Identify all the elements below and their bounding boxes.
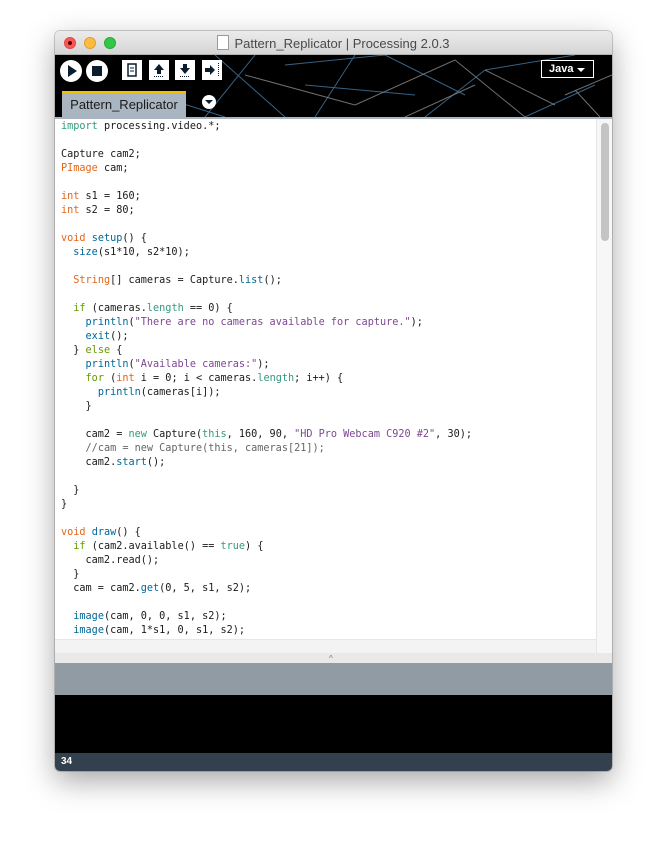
splitter-grip-icon: ^ — [329, 654, 333, 663]
new-button[interactable] — [122, 60, 142, 80]
code-text[interactable]: import processing.video.*; Capture cam2;… — [61, 120, 472, 638]
window-title-text: Pattern_Replicator | Processing 2.0.3 — [234, 36, 450, 51]
code-line[interactable]: image(cam, 1*s1, 0, s1, s2); — [61, 625, 245, 636]
save-download-arrow-icon — [180, 64, 190, 77]
tab-label: Pattern_Replicator — [70, 97, 178, 112]
code-line[interactable]: int s2 = 80; — [61, 205, 135, 216]
code-line[interactable]: println("Available cameras:"); — [61, 359, 270, 370]
code-line[interactable]: } — [61, 401, 92, 412]
code-line[interactable]: void setup() { — [61, 233, 147, 244]
code-line[interactable]: void draw() { — [61, 527, 141, 538]
code-line[interactable]: image(cam, 0, 0, s1, s2); — [61, 611, 226, 622]
code-line[interactable]: exit(); — [61, 331, 129, 342]
console-output[interactable] — [55, 695, 612, 753]
new-sketch-icon — [127, 63, 137, 77]
export-button[interactable] — [202, 60, 222, 80]
code-line[interactable]: } else { — [61, 345, 122, 356]
code-line[interactable]: PImage cam; — [61, 163, 128, 174]
code-line[interactable]: cam = cam2.get(0, 5, s1, s2); — [61, 583, 251, 594]
tab-pattern-replicator[interactable]: Pattern_Replicator — [62, 91, 186, 117]
code-line[interactable]: int s1 = 160; — [61, 191, 141, 202]
open-upload-arrow-icon — [154, 64, 164, 77]
scrollbar-thumb[interactable] — [601, 123, 609, 241]
code-line[interactable]: } — [61, 499, 67, 510]
code-editor[interactable]: import processing.video.*; Capture cam2;… — [55, 117, 612, 654]
run-button[interactable] — [60, 60, 82, 82]
code-line[interactable]: cam2.read(); — [61, 555, 160, 566]
code-line[interactable]: if (cam2.available() == true) { — [61, 541, 263, 552]
stop-button[interactable] — [86, 60, 108, 82]
toolbar: Java Pattern_Replicator — [55, 55, 612, 117]
code-line[interactable]: } — [61, 569, 79, 580]
save-button[interactable] — [175, 60, 195, 80]
chevron-down-icon — [577, 68, 585, 72]
mode-label: Java — [549, 63, 574, 75]
code-line[interactable]: println("There are no cameras available … — [61, 317, 423, 328]
tab-menu-button[interactable] — [202, 95, 216, 109]
code-line[interactable]: println(cameras[i]); — [61, 387, 221, 398]
export-arrow-icon — [205, 63, 219, 77]
message-area — [55, 663, 612, 695]
vertical-scrollbar[interactable] — [596, 119, 612, 653]
window-title: Pattern_Replicator | Processing 2.0.3 — [55, 35, 612, 51]
code-line[interactable]: size(s1*10, s2*10); — [61, 247, 190, 258]
title-bar: Pattern_Replicator | Processing 2.0.3 — [55, 31, 612, 55]
open-button[interactable] — [149, 60, 169, 80]
code-line[interactable]: //cam = new Capture(this, cameras[21]); — [61, 443, 325, 454]
mode-selector[interactable]: Java — [541, 60, 594, 78]
code-line[interactable]: } — [61, 485, 79, 496]
horizontal-scrollbar[interactable] — [55, 639, 596, 654]
editor-console-splitter[interactable]: ^ — [55, 653, 612, 663]
code-line[interactable]: String[] cameras = Capture.list(); — [61, 275, 282, 286]
code-line[interactable]: cam2 = new Capture(this, 160, 90, "HD Pr… — [61, 429, 472, 440]
code-line[interactable]: if (cameras.length == 0) { — [61, 303, 233, 314]
document-icon — [217, 35, 230, 50]
status-bar: 34 — [55, 753, 612, 771]
processing-window: Pattern_Replicator | Processing 2.0.3 Ja… — [55, 31, 612, 771]
code-line[interactable]: Capture cam2; — [61, 149, 141, 160]
line-number: 34 — [61, 756, 73, 767]
code-line[interactable]: for (int i = 0; i < cameras.length; i++)… — [61, 373, 344, 384]
code-line[interactable]: import processing.video.*; — [61, 121, 220, 132]
code-line[interactable]: cam2.start(); — [61, 457, 166, 468]
